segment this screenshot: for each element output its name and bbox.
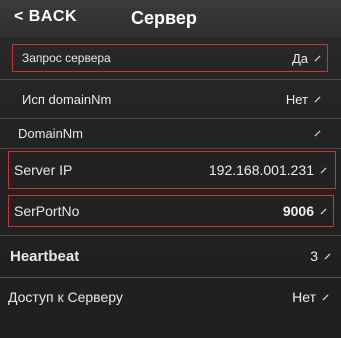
row-domain-name[interactable]: DomainNm <box>0 119 341 147</box>
row-value: 9006 <box>282 203 314 219</box>
row-label: Исп domainNm <box>22 91 112 107</box>
row-value: Да <box>291 50 308 66</box>
back-label[interactable]: < BACK <box>14 8 77 26</box>
back-button[interactable]: < BACK <box>14 8 77 26</box>
page-title: Сервер <box>131 8 197 28</box>
row-server-access[interactable]: Доступ к Серверу Нет <box>0 280 341 314</box>
pencil-icon[interactable] <box>314 54 321 62</box>
row-value-wrapper[interactable]: Да <box>292 51 321 66</box>
pencil-icon[interactable] <box>322 293 329 301</box>
row-value: Нет <box>292 289 316 305</box>
row-label: Запрос сервера <box>22 51 111 65</box>
row-label: DomainNm <box>18 125 84 141</box>
row-label: Server IP <box>14 162 73 178</box>
row-value-wrapper[interactable]: 9006 <box>283 203 327 219</box>
row-value-wrapper[interactable]: Нет <box>286 92 321 107</box>
row-label: Доступ к Серверу <box>8 289 123 305</box>
server-settings-screen: < BACK Сервер Запрос сервера Да Исп doma… <box>0 0 341 338</box>
row-value: Нет <box>285 91 308 107</box>
row-divider <box>0 235 341 236</box>
row-server-request[interactable]: Запрос сервера Да <box>0 44 341 72</box>
row-server-ip[interactable]: Server IP 192.168.001.231 <box>0 151 341 189</box>
row-value-wrapper[interactable]: 3 <box>310 248 331 264</box>
pencil-icon[interactable] <box>320 207 327 215</box>
row-label: Heartbeat <box>10 247 80 265</box>
row-value: 3 <box>310 248 318 264</box>
row-value-wrapper[interactable]: 192.168.001.231 <box>209 162 327 178</box>
pencil-icon[interactable] <box>324 252 331 260</box>
row-use-domain-name[interactable]: Исп domainNm Нет <box>0 82 341 116</box>
row-divider <box>0 79 341 80</box>
row-divider <box>0 277 341 278</box>
row-value: 192.168.001.231 <box>208 162 314 178</box>
header-bar: < BACK Сервер <box>0 0 341 38</box>
row-heartbeat[interactable]: Heartbeat 3 <box>0 238 341 274</box>
row-server-port[interactable]: SerPortNo 9006 <box>0 195 341 227</box>
row-divider <box>0 148 341 149</box>
row-value-wrapper[interactable]: Нет <box>292 289 329 305</box>
pencil-icon[interactable] <box>314 95 321 103</box>
pencil-icon[interactable] <box>314 129 321 137</box>
row-value-wrapper[interactable] <box>308 129 321 137</box>
pencil-icon[interactable] <box>320 166 327 174</box>
row-label: SerPortNo <box>14 203 80 219</box>
